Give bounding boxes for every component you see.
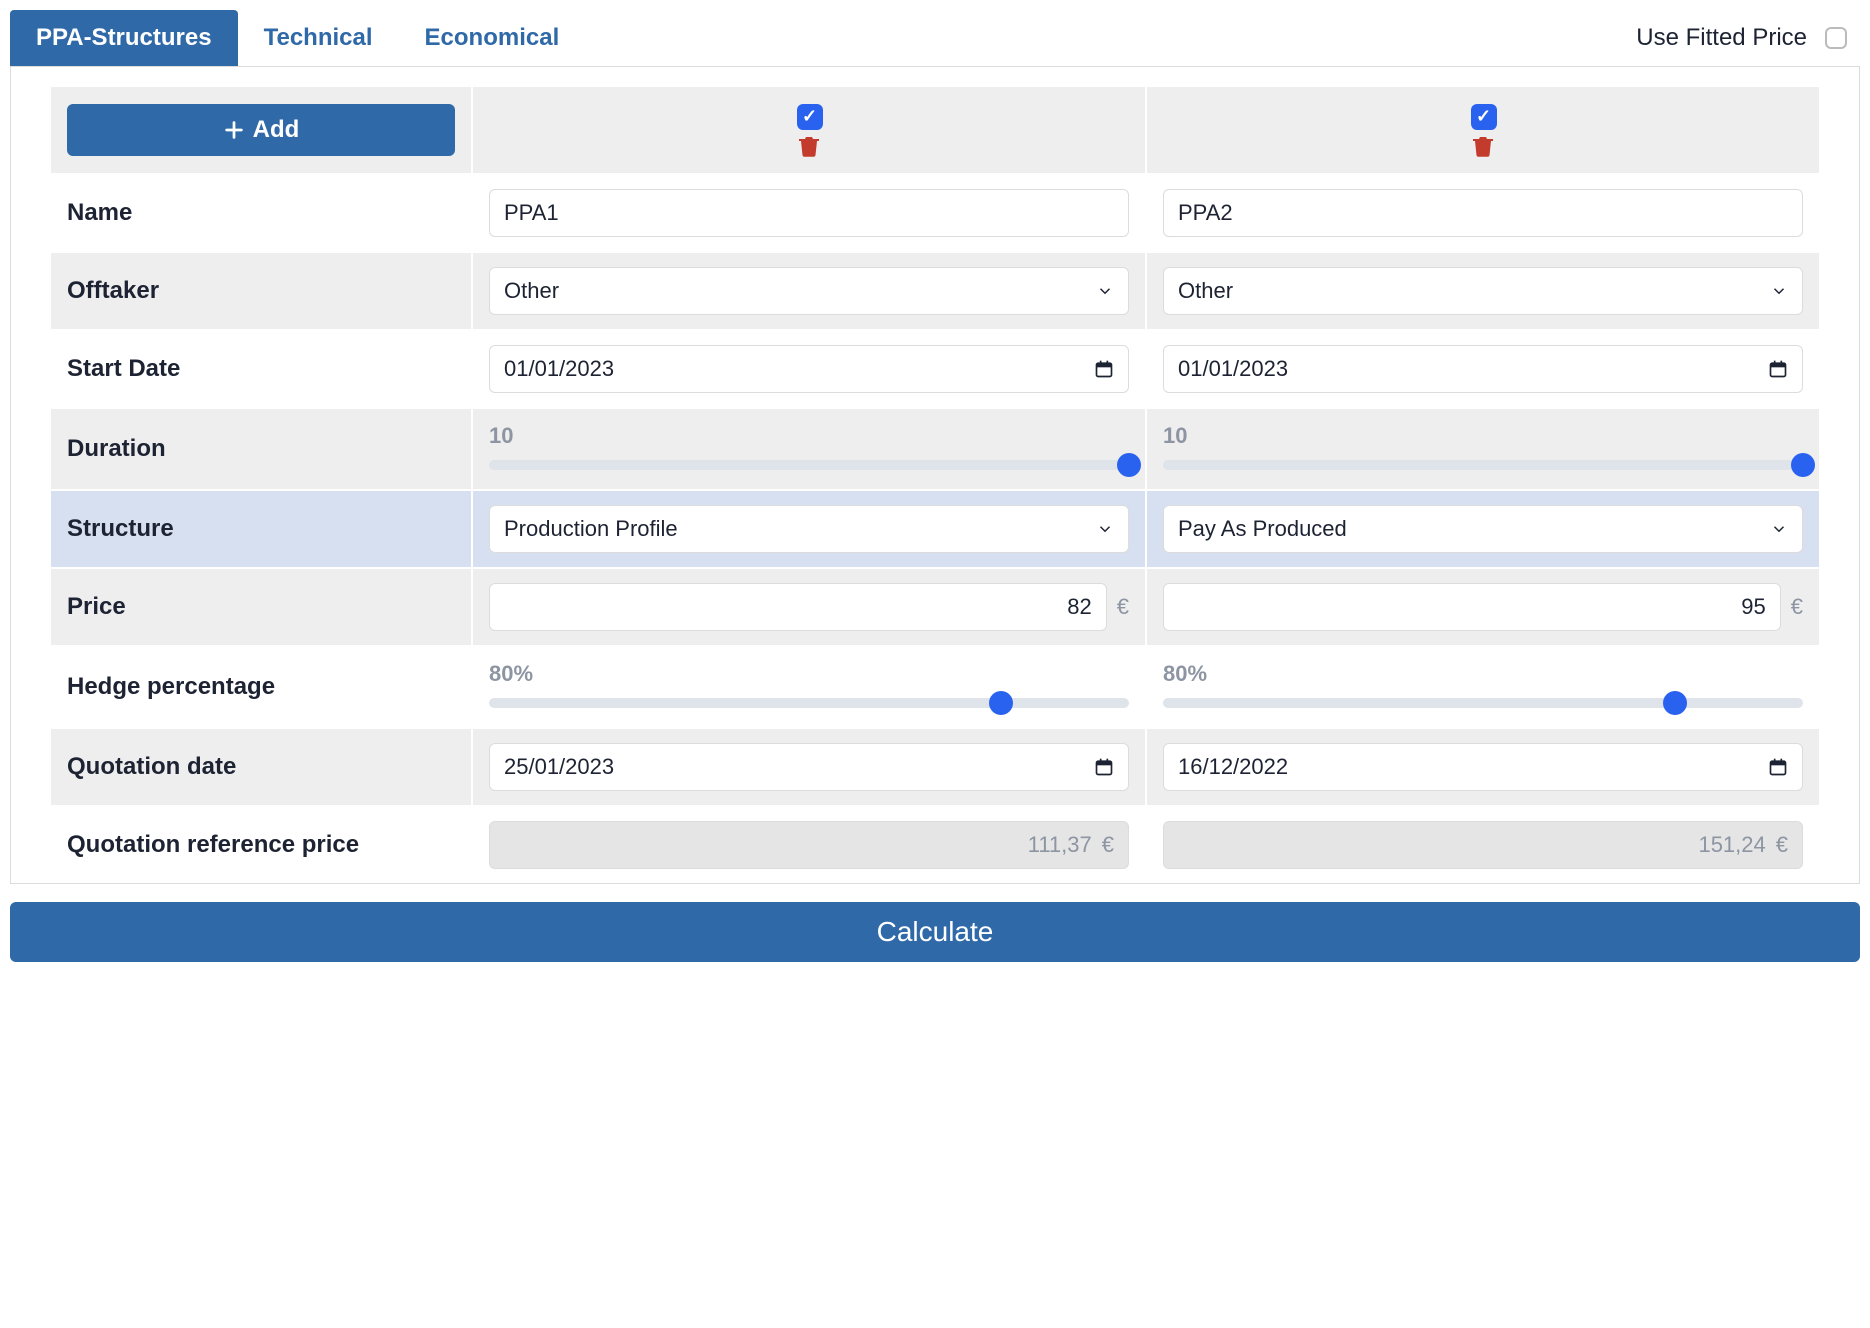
quotation-ref-value: 151,24 <box>1178 832 1766 858</box>
name-input[interactable] <box>489 189 1129 237</box>
row-label-quotation-ref: Quotation reference price <box>67 831 455 859</box>
use-fitted-price-label: Use Fitted Price <box>1636 24 1807 52</box>
currency-symbol: € <box>1791 594 1803 620</box>
row-label-start-date: Start Date <box>67 355 455 383</box>
start-date-value: 01/01/2023 <box>504 356 614 382</box>
duration-slider[interactable] <box>1163 455 1803 475</box>
duration-value: 10 <box>489 423 1129 449</box>
structure-select[interactable]: Pay As Produced <box>1163 505 1803 553</box>
hedge-value: 80% <box>1163 661 1803 687</box>
row-label-price: Price <box>67 593 455 621</box>
start-date-input[interactable]: 01/01/2023 <box>489 345 1129 393</box>
calendar-icon <box>1768 757 1788 777</box>
quotation-date-value: 25/01/2023 <box>504 754 614 780</box>
structure-value: Pay As Produced <box>1178 516 1347 542</box>
duration-slider[interactable] <box>489 455 1129 475</box>
quotation-date-input[interactable]: 16/12/2022 <box>1163 743 1803 791</box>
start-date-value: 01/01/2023 <box>1178 356 1288 382</box>
column-enabled-checkbox[interactable] <box>1471 104 1497 130</box>
quotation-ref-readonly: 111,37 € <box>489 821 1129 869</box>
chevron-down-icon <box>1770 520 1788 538</box>
add-button[interactable]: Add <box>67 104 455 156</box>
row-label-offtaker: Offtaker <box>67 277 455 305</box>
offtaker-value: Other <box>504 278 559 304</box>
calendar-icon <box>1768 359 1788 379</box>
use-fitted-price-checkbox[interactable] <box>1825 27 1847 49</box>
quotation-date-value: 16/12/2022 <box>1178 754 1288 780</box>
tab-ppa-structures[interactable]: PPA-Structures <box>10 10 238 66</box>
chevron-down-icon <box>1770 282 1788 300</box>
hedge-slider[interactable] <box>489 693 1129 713</box>
plus-icon <box>223 119 245 141</box>
row-label-duration: Duration <box>67 435 455 463</box>
row-label-hedge: Hedge percentage <box>67 673 455 701</box>
start-date-input[interactable]: 01/01/2023 <box>1163 345 1803 393</box>
offtaker-value: Other <box>1178 278 1233 304</box>
currency-symbol: € <box>1117 594 1129 620</box>
quotation-ref-value: 111,37 <box>504 832 1092 858</box>
structure-value: Production Profile <box>504 516 678 542</box>
tab-economical[interactable]: Economical <box>399 10 586 66</box>
trash-icon[interactable] <box>797 133 821 159</box>
calendar-icon <box>1094 757 1114 777</box>
use-fitted-price-toggle[interactable]: Use Fitted Price <box>1636 24 1860 52</box>
hedge-value: 80% <box>489 661 1129 687</box>
hedge-slider[interactable] <box>1163 693 1803 713</box>
price-input[interactable]: 95 <box>1163 583 1781 631</box>
chevron-down-icon <box>1096 282 1114 300</box>
offtaker-select[interactable]: Other <box>489 267 1129 315</box>
offtaker-select[interactable]: Other <box>1163 267 1803 315</box>
chevron-down-icon <box>1096 520 1114 538</box>
duration-value: 10 <box>1163 423 1803 449</box>
add-button-label: Add <box>253 116 300 144</box>
calendar-icon <box>1094 359 1114 379</box>
currency-symbol: € <box>1102 832 1114 858</box>
tab-technical[interactable]: Technical <box>238 10 399 66</box>
price-input[interactable]: 82 <box>489 583 1107 631</box>
name-input[interactable] <box>1163 189 1803 237</box>
row-label-structure: Structure <box>67 515 455 543</box>
column-enabled-checkbox[interactable] <box>797 104 823 130</box>
quotation-date-input[interactable]: 25/01/2023 <box>489 743 1129 791</box>
row-label-name: Name <box>67 199 455 227</box>
trash-icon[interactable] <box>1471 133 1495 159</box>
row-label-quotation-date: Quotation date <box>67 753 455 781</box>
structure-select[interactable]: Production Profile <box>489 505 1129 553</box>
currency-symbol: € <box>1776 832 1788 858</box>
quotation-ref-readonly: 151,24 € <box>1163 821 1803 869</box>
calculate-button[interactable]: Calculate <box>10 902 1860 962</box>
